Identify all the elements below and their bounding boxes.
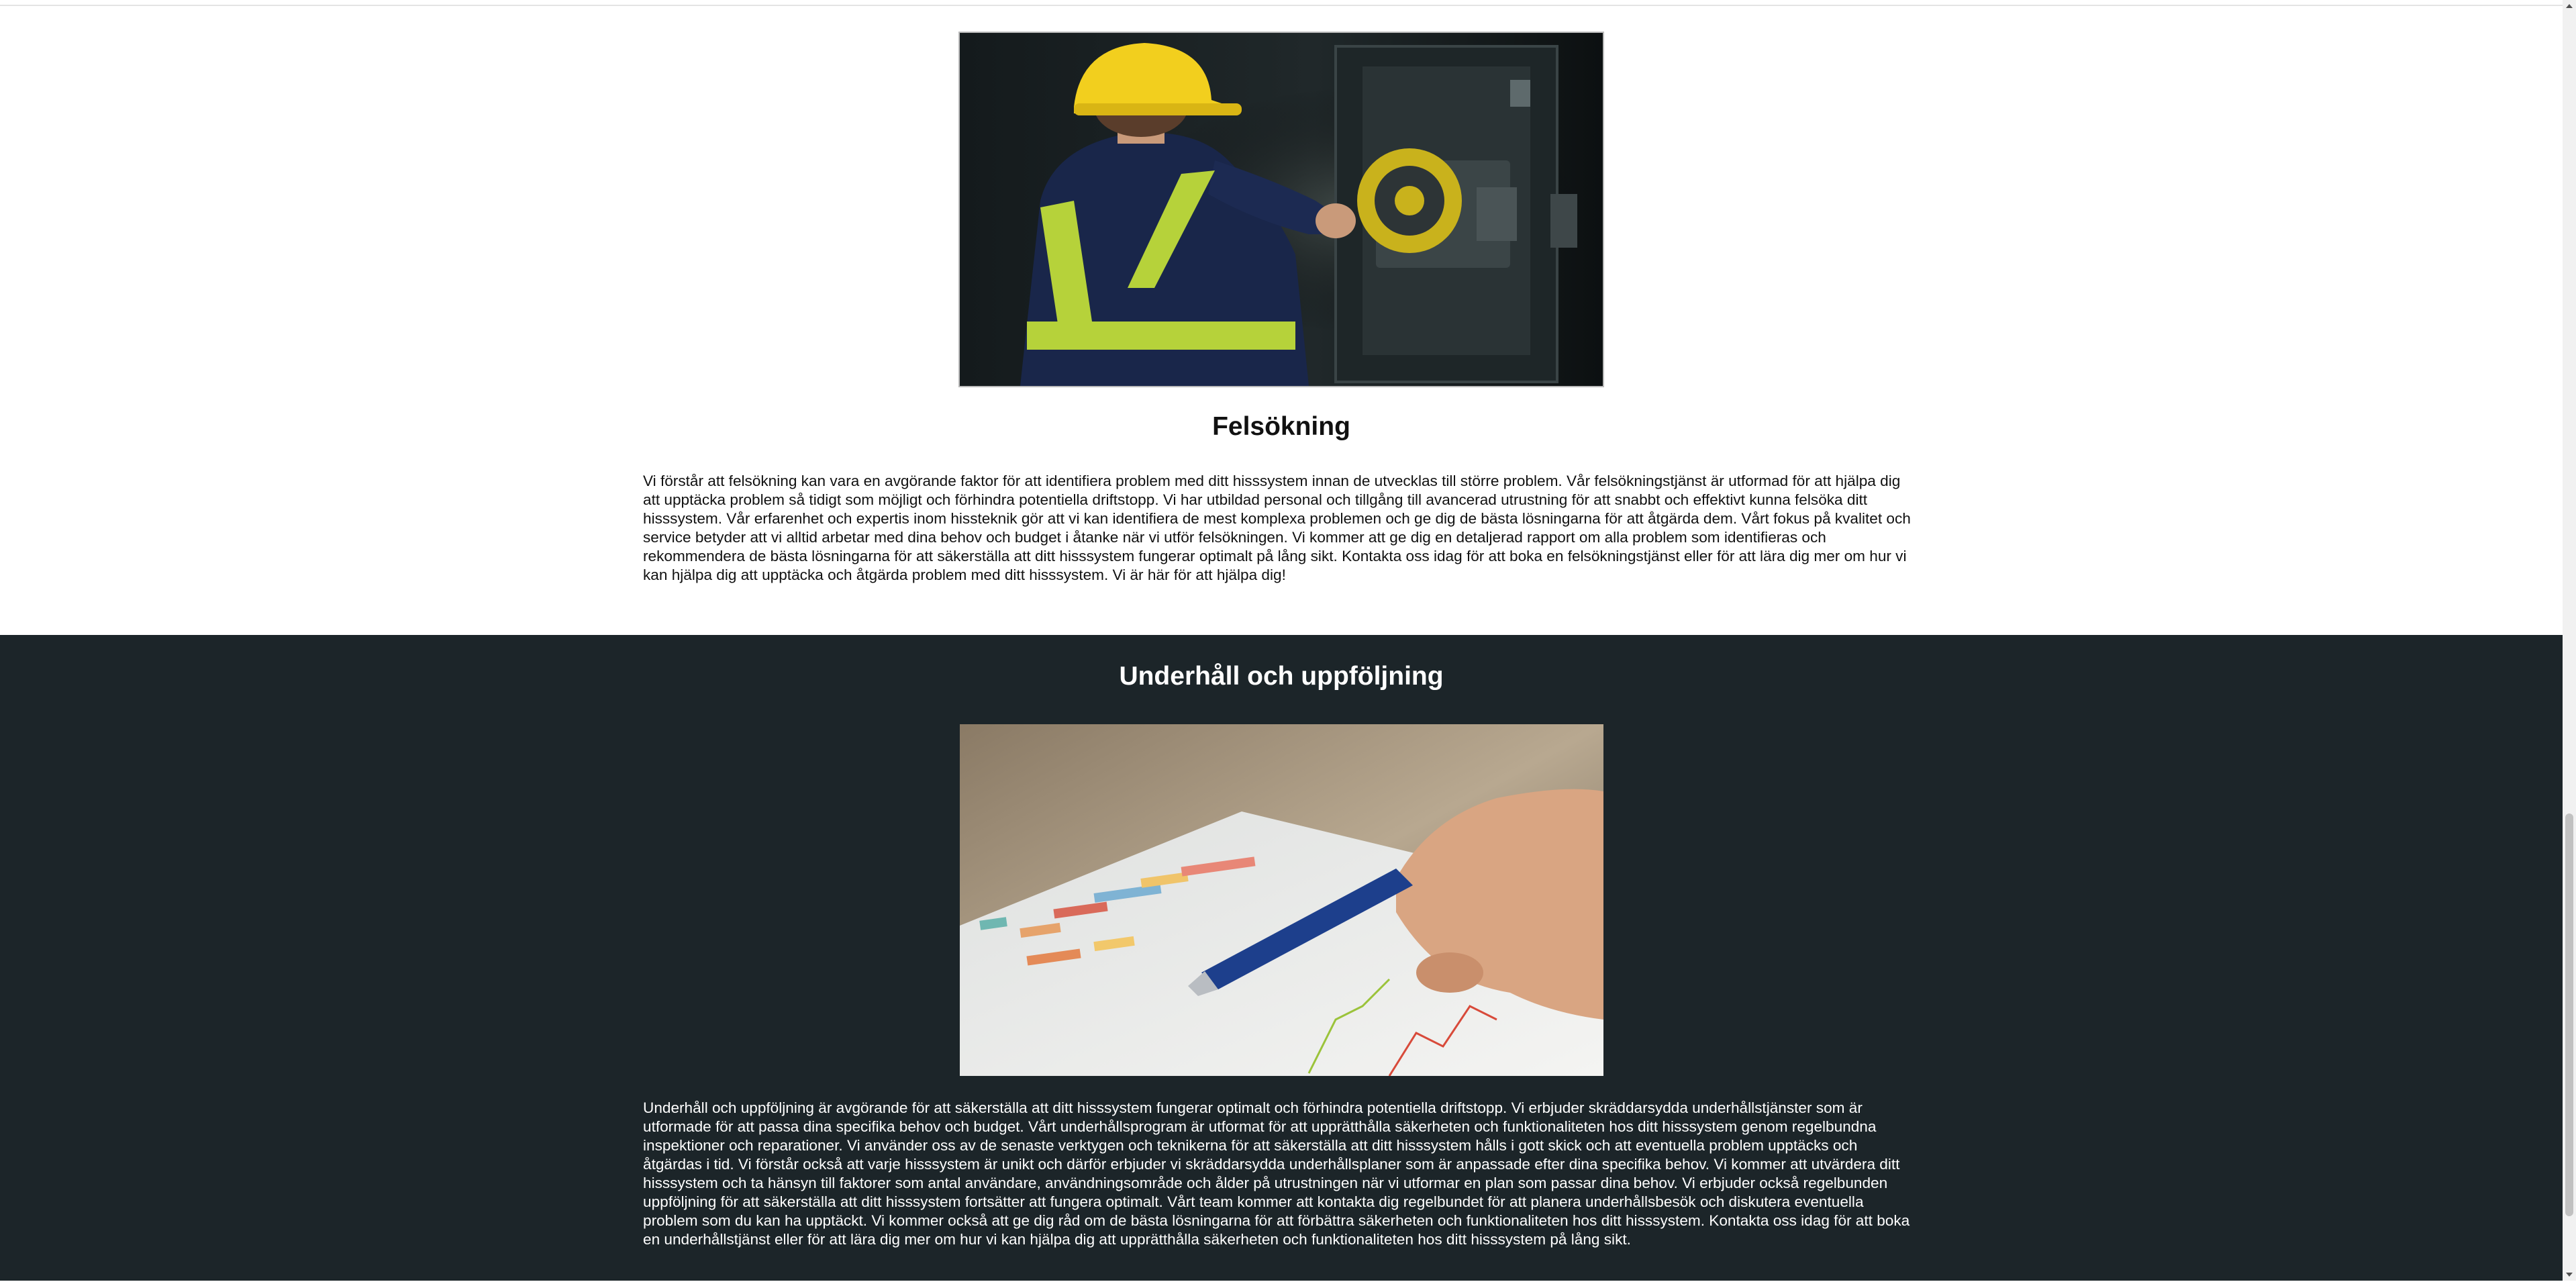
section-text-felsokning: Vi förstår att felsökning kan vara en av…: [643, 473, 1911, 583]
technician-image: [958, 32, 1604, 387]
scrollbar-thumb[interactable]: [2565, 813, 2573, 1216]
section-heading-underhall: Underhåll och uppföljning: [1119, 662, 1444, 691]
section-heading-felsokning: Felsökning: [1212, 412, 1350, 441]
page: Felsökning Vi förstår att felsökning kan…: [0, 0, 2563, 1281]
top-divider: [0, 0, 2563, 6]
scroll-down-arrow-icon[interactable]: [2563, 1267, 2576, 1281]
section-text-underhall: Underhåll och uppföljning är avgörande f…: [643, 1099, 1910, 1248]
charts-pen-image: [960, 724, 1603, 1076]
scroll-up-arrow-icon[interactable]: [2563, 0, 2576, 13]
